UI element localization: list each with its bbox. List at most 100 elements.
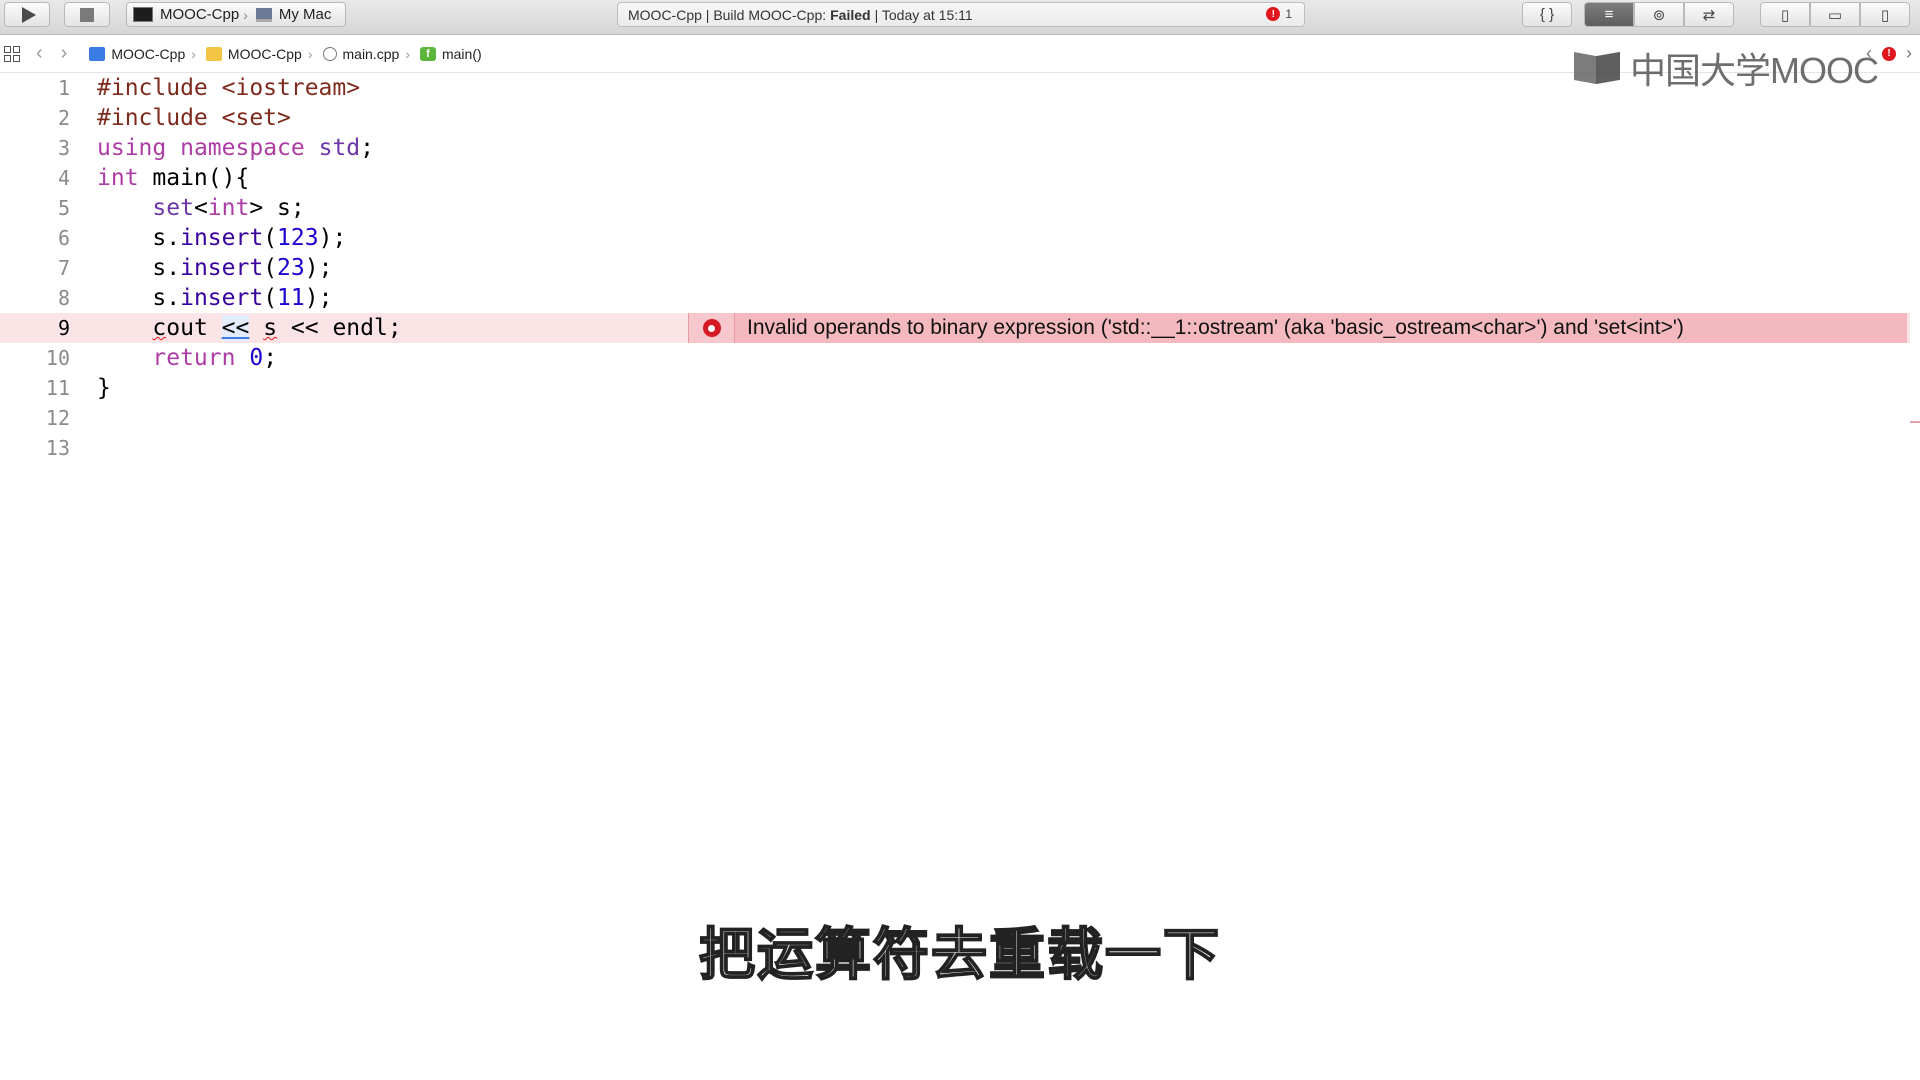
error-count: 1 [1285,7,1292,21]
code-text: return 0; [97,343,277,373]
scrollbar-error-marker [1910,421,1920,423]
code-line[interactable]: 5 set<int> s; [0,193,1910,223]
code-text: #include <set> [97,103,291,133]
code-line[interactable]: 2 #include <set> [0,103,1910,133]
identifier: out [166,315,222,341]
code-text: cout << s << endl; [97,313,402,343]
related-items-icon[interactable] [4,45,20,62]
type-name: set [152,195,194,221]
line-number: 9 [57,316,70,340]
punctuation: ; [360,135,374,161]
punctuation: ; [263,345,278,371]
next-issue-icon[interactable]: › [1906,43,1912,64]
line-number: 13 [45,436,70,460]
line-number: 3 [57,136,70,160]
bottom-panel-icon: ▭ [1827,6,1843,24]
line-number: 12 [45,406,70,430]
number-literal: 11 [277,285,305,311]
code-snippet-button[interactable]: { } [1522,2,1572,27]
code-line[interactable]: 11 } [0,373,1910,403]
panel-toggle-group: ▯ ▭ ▯ [1760,2,1910,27]
stop-button[interactable] [64,2,110,27]
code-line[interactable]: 3 using namespace std; [0,133,1910,163]
line-number: 2 [57,106,70,130]
forward-arrow-icon[interactable]: › [61,42,68,65]
status-time: | Today at 15:11 [874,6,973,23]
code-line[interactable]: 10 return 0; [0,343,1910,373]
status-result: Failed [830,6,871,23]
assistant-editor-button[interactable]: ⊚ [1634,2,1684,27]
activity-status: MOOC-Cpp | Build MOOC-Cpp: Failed | Toda… [617,2,1305,27]
code-text: s.insert(11); [97,283,332,313]
chevron-right-icon: › [191,45,196,62]
code-line[interactable]: 6 s.insert(123); [0,223,1910,253]
number-literal: 0 [249,345,264,371]
right-panel-icon: ▯ [1880,6,1890,24]
left-panel-icon: ▯ [1780,6,1790,24]
version-editor-button[interactable]: ⇄ [1684,2,1734,27]
code-line[interactable]: 1 #include <iostream> [0,73,1910,103]
code-line[interactable]: 12 [0,403,1910,433]
scheme-name: MOOC-Cpp [160,6,240,23]
method-name: insert [180,255,264,281]
code-text: s.insert(23); [97,253,332,283]
line-number: 6 [57,226,70,250]
line-number: 4 [57,166,70,190]
punctuation: < [193,195,208,221]
identifier: c [152,315,167,341]
toggle-debug-area-button[interactable]: ▭ [1810,2,1860,27]
destination-name: My Mac [278,6,332,23]
editor-mode-group: { } [1522,2,1572,27]
error-count-badge[interactable]: ! 1 [1266,7,1292,21]
error-message: Invalid operands to binary expression ('… [747,316,1684,339]
breadcrumb-label: MOOC-Cpp [111,45,186,62]
number-literal: 23 [277,255,305,281]
laptop-icon [255,7,272,22]
keyword: int [97,165,139,191]
error-annotation[interactable]: Invalid operands to binary expression ('… [688,313,1907,343]
arrows-icon: ⇄ [1702,6,1716,24]
code-text: int main(){ [97,163,249,193]
stop-icon [80,7,94,22]
code-line[interactable]: 4 int main(){ [0,163,1910,193]
code-line-error[interactable]: 9 cout << s << endl; Invalid operands to… [0,313,1910,343]
function-icon: f [419,46,436,61]
preprocessor-directive: #include [97,75,222,101]
breadcrumb-function[interactable]: f main() [419,46,482,62]
standard-editor-button[interactable]: ≡ [1584,2,1634,27]
error-icon[interactable]: ! [1882,46,1896,61]
method-name: insert [180,225,264,251]
function-decl: main(){ [138,165,250,191]
punctuation: ); [318,225,347,251]
chevron-right-icon: › [243,6,248,23]
preprocessor-directive: #include [97,105,222,131]
code-text: using namespace std; [97,133,374,163]
method-name: insert [180,285,264,311]
toggle-navigator-button[interactable]: ▯ [1760,2,1810,27]
code-text: } [97,373,111,403]
run-button[interactable] [4,2,50,27]
video-subtitle: 把运算符去重载一下 [698,922,1221,989]
breadcrumb-folder[interactable]: MOOC-Cpp › [205,45,313,62]
code-line[interactable]: 7 s.insert(23); [0,253,1910,283]
punctuation: } [97,375,111,401]
include-header: <iostream> [221,75,361,101]
line-number: 1 [57,76,70,100]
punctuation: ( [263,285,278,311]
toggle-inspector-button[interactable]: ▯ [1860,2,1910,27]
breadcrumb-file[interactable]: main.cpp › [322,45,410,62]
number-literal: 123 [277,225,319,251]
breadcrumb-project[interactable]: MOOC-Cpp › [89,46,196,62]
scheme-selector[interactable]: MOOC-Cpp › My Mac [126,2,346,27]
error-operand: s [263,315,278,341]
chevron-right-icon: › [405,45,410,62]
keyword: int [207,195,250,221]
keyword: using [97,135,167,161]
breadcrumb-label: MOOC-Cpp [227,45,302,62]
code-line[interactable]: 13 [0,433,1910,463]
punctuation: > s; [249,195,305,221]
code-line[interactable]: 8 s.insert(11); [0,283,1910,313]
back-arrow-icon[interactable]: ‹ [36,42,43,65]
line-number: 8 [57,286,70,310]
punctuation: ); [304,285,333,311]
